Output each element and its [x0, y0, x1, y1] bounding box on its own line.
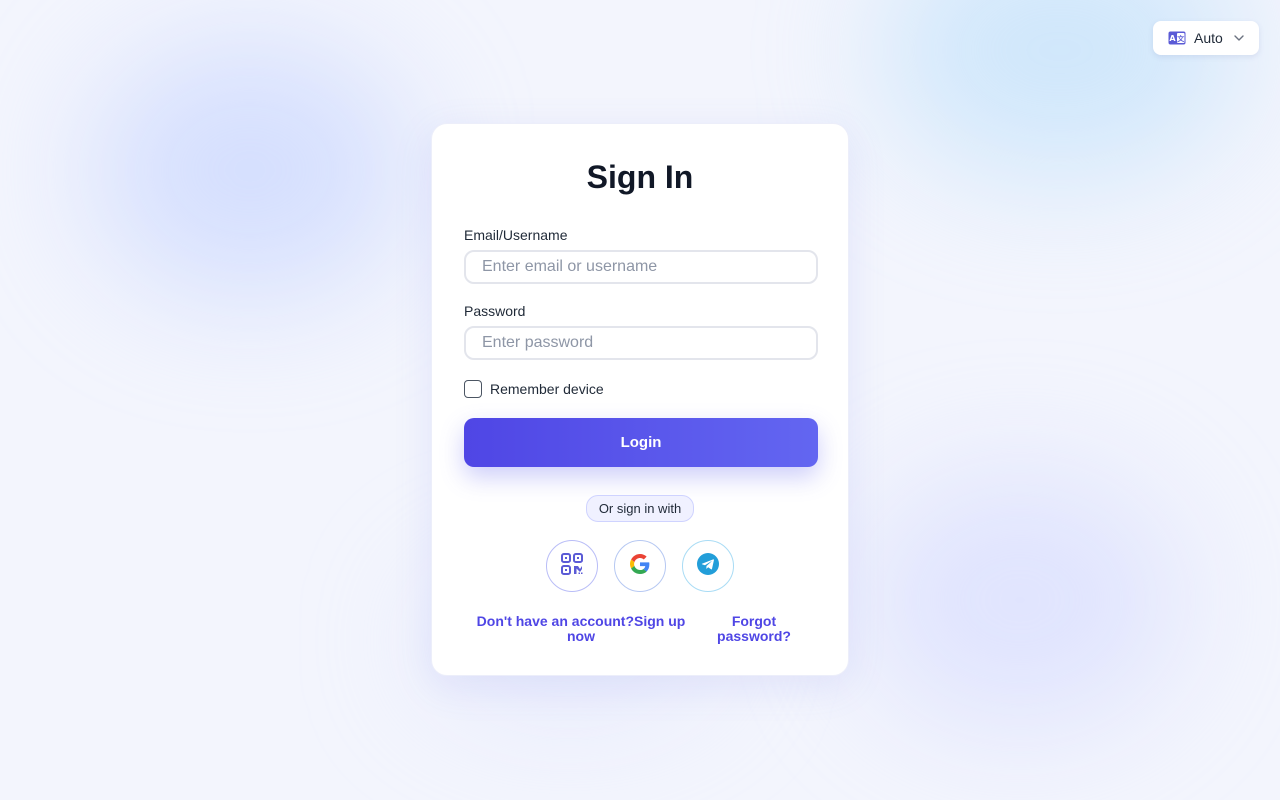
email-label: Email/Username: [464, 227, 568, 243]
telegram-icon: [697, 552, 719, 580]
social-login-row: [464, 540, 816, 592]
chevron-down-icon: [1233, 32, 1245, 44]
password-label: Password: [464, 303, 526, 319]
divider-text: Or sign in with: [585, 495, 695, 522]
login-button[interactable]: Login: [464, 418, 818, 467]
svg-text:A: A: [1169, 34, 1176, 43]
forgot-password-link[interactable]: Forgot password?: [714, 614, 794, 644]
remember-label: Remember device: [490, 381, 604, 397]
password-field[interactable]: [464, 326, 818, 360]
remember-device-toggle[interactable]: Remember device: [464, 380, 816, 398]
divider: Or sign in with: [464, 495, 816, 522]
qr-code-icon: [561, 552, 583, 580]
qr-login-button[interactable]: [546, 540, 598, 592]
signup-link[interactable]: Don't have an account?Sign up now: [476, 614, 686, 644]
remember-checkbox[interactable]: [464, 380, 482, 398]
signin-card: Sign In Email/Username Password Remember…: [431, 123, 849, 676]
svg-text:文: 文: [1177, 34, 1185, 43]
page-title: Sign In: [586, 159, 694, 195]
translate-icon: A 文: [1168, 31, 1186, 45]
google-login-button[interactable]: [614, 540, 666, 592]
language-selector[interactable]: A 文 Auto: [1153, 21, 1259, 55]
telegram-login-button[interactable]: [682, 540, 734, 592]
language-selected: Auto: [1194, 30, 1223, 46]
background-blob: [90, 40, 410, 300]
email-field[interactable]: [464, 250, 818, 284]
google-icon: [630, 553, 650, 579]
background-blob: [860, 470, 1180, 730]
footer-links: Don't have an account?Sign up now Forgot…: [464, 614, 816, 644]
